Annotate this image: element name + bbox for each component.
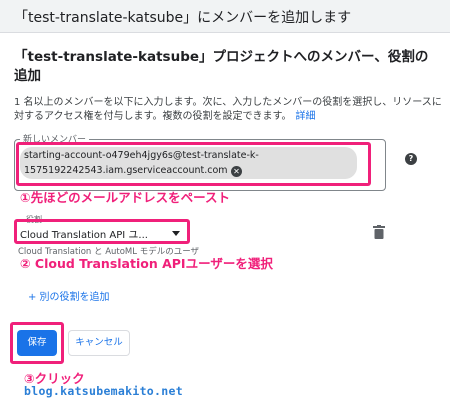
help-icon[interactable]: ? <box>405 153 417 165</box>
trash-icon[interactable] <box>373 225 385 239</box>
annotation-step2: ② Cloud Translation APIユーザーを選択 <box>20 256 273 271</box>
details-link[interactable]: 詳細 <box>296 111 316 122</box>
description: 1 名以上のメンバーを以下に入力します。次に、入力したメンバーの役割を選択し、リ… <box>14 96 442 124</box>
annotation-step1: ①先ほどのメールアドレスをペースト <box>20 190 230 205</box>
annotation-box-email <box>16 142 371 186</box>
dialog-title: 「test-translate-katsube」にメンバーを追加します <box>14 10 352 26</box>
annotation-box-role <box>14 219 190 244</box>
annotation-box-save <box>10 322 64 364</box>
section-heading: 「test-translate-katsube」プロジェクトへのメンバー、役割の… <box>14 49 429 84</box>
watermark: blog.katsubemakito.net <box>24 384 183 398</box>
cancel-button[interactable]: キャンセル <box>68 330 130 356</box>
dialog-header: 「test-translate-katsube」にメンバーを追加します <box>0 0 450 33</box>
add-role-link[interactable]: + 別の役割を追加 <box>28 288 110 303</box>
description-text: 1 名以上のメンバーを以下に入力します。次に、入力したメンバーの役割を選択し、リ… <box>14 97 442 122</box>
